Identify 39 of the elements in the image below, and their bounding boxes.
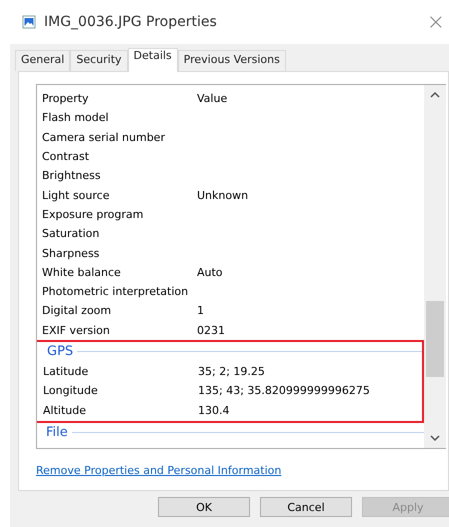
tab[interactable]: General [15, 50, 70, 71]
property-value: Auto [197, 266, 223, 279]
dialog-button[interactable]: OK [158, 497, 250, 517]
tab[interactable]: Security [70, 50, 128, 71]
property-value: 35; 2; 19.25 [198, 365, 265, 378]
property-value: 0231 [197, 324, 225, 337]
property-name: Exposure program [42, 208, 144, 221]
property-value: Unknown [197, 188, 248, 202]
property-value: 1 [197, 304, 204, 318]
window-title: IMG_0036.JPG Properties [44, 14, 218, 30]
group-header: GPS [47, 344, 74, 360]
property-name: Flash model [42, 111, 110, 124]
scroll-up-icon[interactable] [430, 91, 440, 99]
property-name: Sharpness [42, 246, 100, 260]
property-name: Light source [42, 188, 110, 202]
column-header[interactable]: Property [42, 92, 197, 106]
column-header[interactable]: Value [197, 92, 228, 106]
tab[interactable]: Details [128, 48, 178, 72]
property-value: 130.4 [198, 404, 230, 417]
property-name: Altitude [43, 404, 87, 417]
property-name: Saturation [42, 227, 100, 240]
remove-properties-link[interactable]: Remove Properties and Personal Information [36, 464, 282, 477]
image-file-icon [22, 15, 36, 29]
close-button[interactable]: × [426, 10, 445, 34]
dialog-button[interactable]: Cancel [260, 497, 352, 517]
property-name: EXIF version [42, 324, 111, 337]
tab[interactable]: Previous Versions [178, 50, 286, 71]
property-value: 135; 43; 35.820999999996275 [198, 384, 370, 398]
property-name: Camera serial number [42, 130, 166, 144]
property-name: Brightness [42, 169, 102, 182]
property-name: Photometric interpretation [42, 285, 190, 298]
property-name: Latitude [43, 365, 90, 378]
property-name: Longitude [43, 384, 99, 398]
property-name: Contrast [42, 150, 90, 164]
group-header: File [46, 425, 68, 440]
scrollbar-thumb[interactable] [426, 301, 444, 377]
scroll-down-icon[interactable] [430, 434, 440, 442]
property-name: White balance [42, 266, 122, 279]
property-name: Digital zoom [42, 304, 112, 318]
